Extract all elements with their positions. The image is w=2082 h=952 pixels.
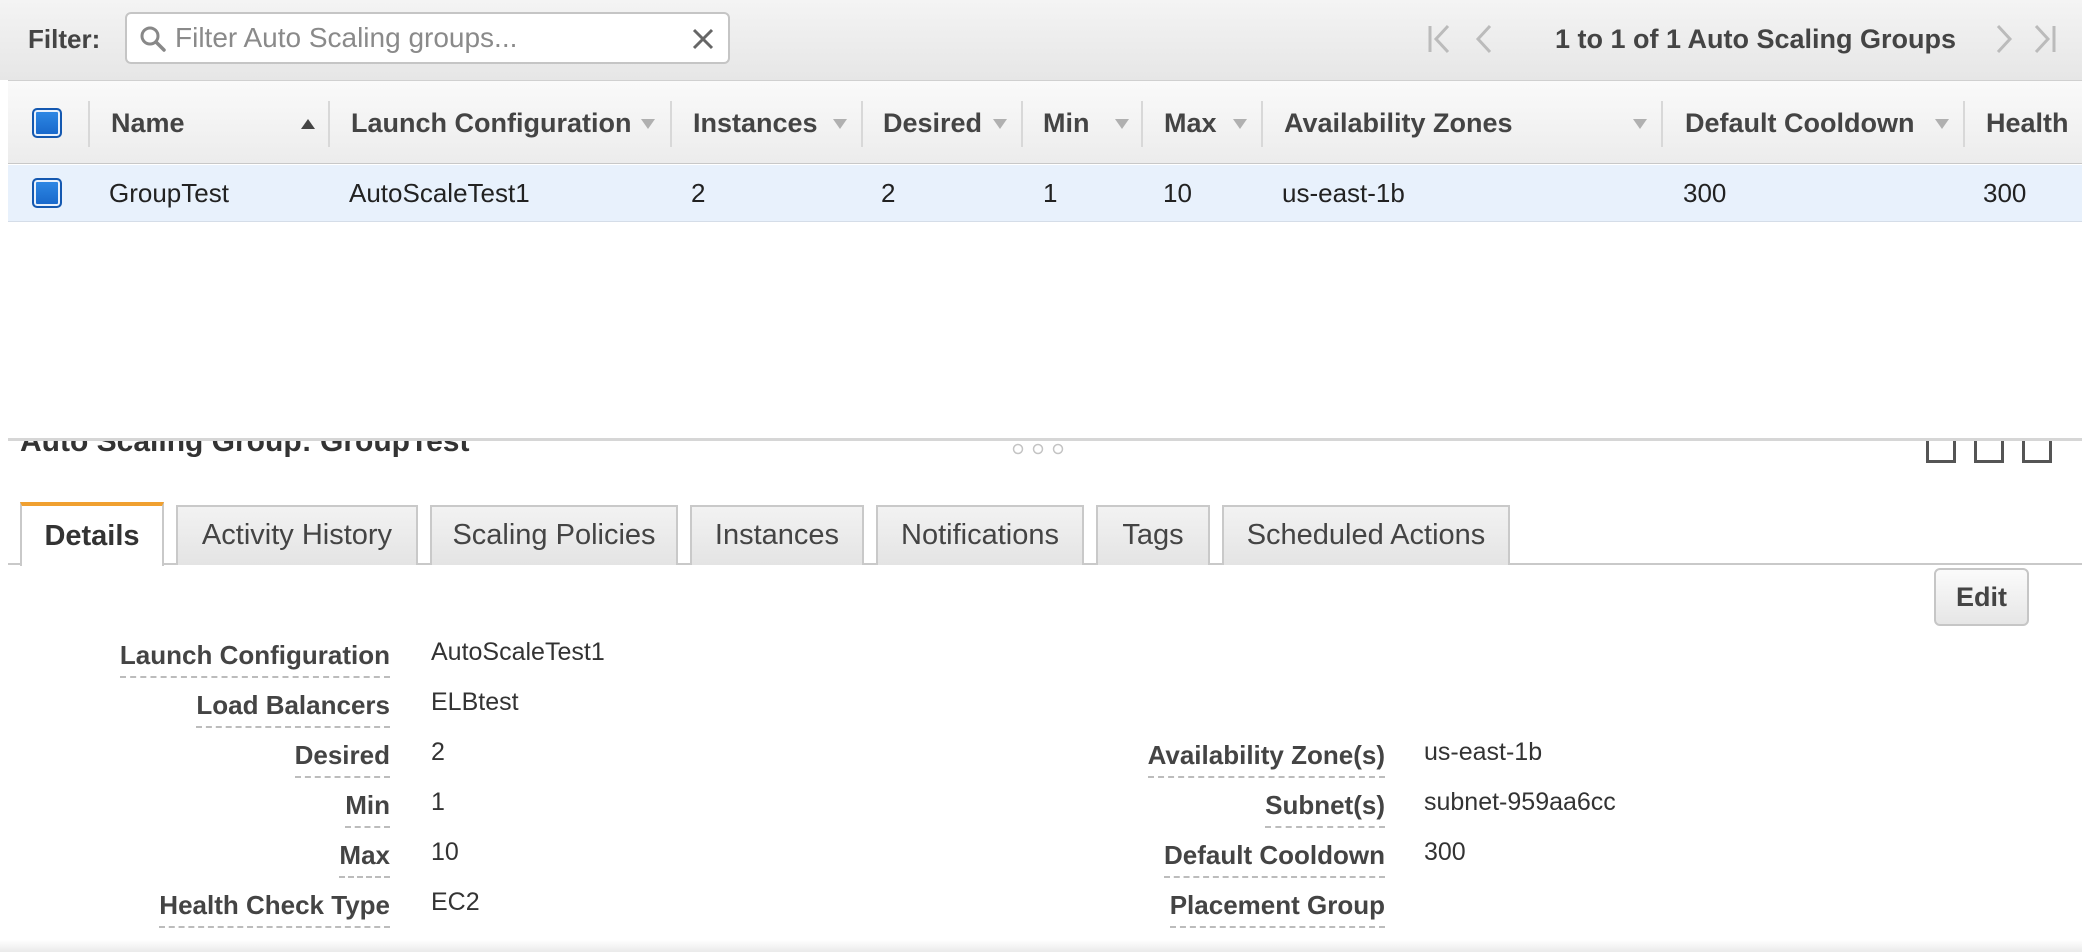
pagination-summary: 1 to 1 of 1 Auto Scaling Groups (1554, 24, 1956, 54)
value-availability-zones: us-east-1b (1424, 738, 1543, 766)
label-max: Max (339, 840, 390, 878)
filter-input[interactable] (175, 20, 675, 56)
label-health-check-type: Health Check Type (159, 890, 390, 928)
tab-scaling-policies[interactable]: Scaling Policies (430, 505, 678, 565)
pane-maximize-icon[interactable] (2022, 441, 2052, 463)
search-icon (139, 25, 167, 58)
cell-instances: 2 (691, 178, 706, 208)
cell-desired: 2 (881, 178, 896, 208)
select-all-checkbox[interactable] (32, 108, 62, 138)
column-header-instances[interactable]: Instances (693, 81, 818, 165)
label-availability-zones: Availability Zone(s) (1147, 740, 1385, 778)
chevron-down-icon[interactable] (992, 117, 1008, 135)
chevron-down-icon[interactable] (1632, 117, 1648, 135)
edit-button[interactable]: Edit (1934, 568, 2029, 626)
column-header-name[interactable]: Name (111, 81, 185, 165)
detail-pane-title: Auto Scaling Group: GroupTest (20, 441, 470, 458)
value-desired: 2 (431, 738, 445, 766)
tab-tags[interactable]: Tags (1096, 505, 1210, 565)
value-load-balancers: ELBtest (431, 688, 519, 716)
pane-minimize-icon[interactable] (1926, 441, 1956, 463)
clear-filter-icon[interactable] (690, 26, 716, 57)
label-load-balancers: Load Balancers (196, 690, 390, 728)
sort-ascending-icon[interactable] (300, 117, 316, 135)
cell-health: 300 (1983, 178, 2027, 208)
column-header-default-cooldown[interactable]: Default Cooldown (1685, 81, 1914, 165)
cell-min: 1 (1043, 178, 1058, 208)
cell-max: 10 (1163, 178, 1192, 208)
tab-activity-history[interactable]: Activity History (176, 505, 418, 565)
chevron-down-icon[interactable] (1114, 117, 1130, 135)
chevron-down-icon[interactable] (1232, 117, 1248, 135)
pane-restore-icon[interactable] (1974, 441, 2004, 463)
value-health-check-type: EC2 (431, 888, 480, 916)
value-default-cooldown: 300 (1424, 838, 1466, 866)
chevron-down-icon[interactable] (640, 117, 656, 135)
chevron-down-icon[interactable] (832, 117, 848, 135)
value-subnets: subnet-959aa6cc (1424, 788, 1616, 816)
filter-input-box[interactable] (125, 12, 730, 64)
label-launch-configuration: Launch Configuration (119, 640, 390, 678)
column-header-health[interactable]: Health (1986, 81, 2069, 165)
label-subnets: Subnet(s) (1265, 790, 1385, 828)
label-min: Min (345, 790, 390, 828)
tab-scheduled-actions[interactable]: Scheduled Actions (1222, 505, 1510, 565)
table-header: Name Launch Configuration Instances Desi… (8, 80, 2082, 164)
cell-launch-configuration: AutoScaleTest1 (349, 178, 530, 208)
value-min: 1 (431, 788, 445, 816)
tab-details[interactable]: Details (20, 502, 164, 566)
filter-toolbar: Filter: 1 to 1 of 1 Auto Scaling Groups (0, 0, 2082, 80)
previous-page-icon[interactable] (1474, 22, 1494, 61)
cell-default-cooldown: 300 (1683, 178, 1727, 208)
pagination: 1 to 1 of 1 Auto Scaling Groups (1382, 0, 2082, 80)
table-row[interactable]: GroupTest AutoScaleTest1 2 2 1 10 us-eas… (8, 165, 2082, 222)
chevron-down-icon[interactable] (1934, 117, 1950, 135)
label-desired: Desired (294, 740, 390, 778)
column-header-availability-zones[interactable]: Availability Zones (1284, 81, 1513, 165)
detail-pane-title-wrap: Auto Scaling Group: GroupTest (20, 441, 620, 461)
column-header-max[interactable]: Max (1164, 81, 1217, 165)
column-header-launch-configuration[interactable]: Launch Configuration (351, 81, 631, 165)
tab-instances[interactable]: Instances (690, 505, 864, 565)
filter-label: Filter: (28, 24, 101, 54)
row-checkbox[interactable] (32, 178, 62, 208)
bottom-edge-shadow (0, 940, 2082, 952)
tab-notifications[interactable]: Notifications (876, 505, 1084, 565)
last-page-icon[interactable] (2032, 22, 2058, 61)
cell-name: GroupTest (109, 178, 229, 208)
value-launch-configuration: AutoScaleTest1 (431, 638, 605, 666)
first-page-icon[interactable] (1426, 22, 1452, 61)
label-placement-group: Placement Group (1169, 890, 1385, 928)
column-header-desired[interactable]: Desired (883, 81, 982, 165)
label-default-cooldown: Default Cooldown (1164, 840, 1385, 878)
column-header-min[interactable]: Min (1043, 81, 1090, 165)
resize-grip-icon[interactable] (1012, 442, 1072, 461)
value-max: 10 (431, 838, 459, 866)
cell-availability-zones: us-east-1b (1282, 178, 1405, 208)
next-page-icon[interactable] (1994, 22, 2014, 61)
